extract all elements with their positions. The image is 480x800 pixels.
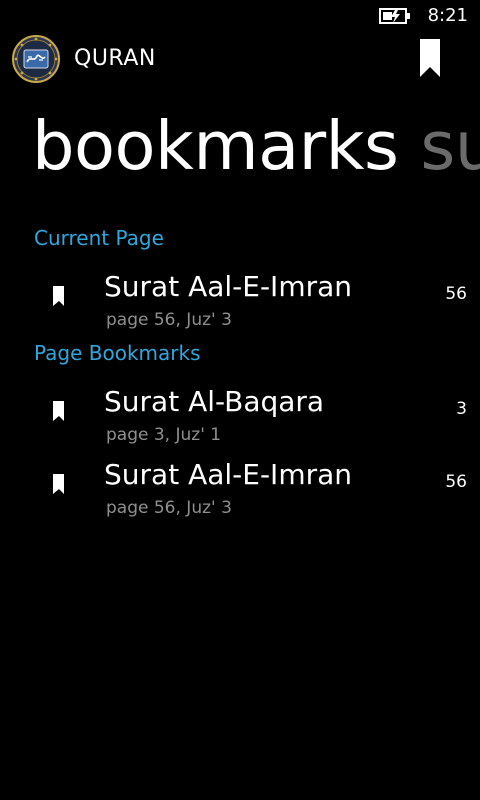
- bookmark-icon: [53, 474, 64, 494]
- item-subtitle: page 56, Juz' 3: [106, 498, 232, 518]
- item-subtitle: page 56, Juz' 3: [106, 310, 232, 330]
- item-page-number: 56: [445, 284, 467, 304]
- bookmark-list-item[interactable]: Surat Aal-E-Imran page 56, Juz' 3 56: [0, 458, 480, 528]
- item-title: Surat Al-Baqara: [104, 385, 325, 418]
- bookmark-icon: [53, 286, 64, 306]
- bookmark-list-item[interactable]: Surat Aal-E-Imran page 56, Juz' 3 56: [0, 270, 480, 340]
- bookmark-icon: [53, 401, 64, 421]
- section-header-page-bookmarks: Page Bookmarks: [34, 341, 201, 365]
- item-subtitle: page 3, Juz' 1: [106, 425, 222, 445]
- item-page-number: 56: [445, 472, 467, 492]
- quran-logo-icon: [12, 35, 60, 83]
- item-page-number: 3: [456, 399, 467, 419]
- item-title: Surat Aal-E-Imran: [104, 458, 353, 491]
- clock: 8:21: [427, 5, 468, 26]
- section-header-current-page: Current Page: [34, 226, 164, 250]
- pivot-item-next[interactable]: su: [420, 107, 480, 185]
- pivot-item-bookmarks[interactable]: bookmarks: [32, 107, 399, 185]
- app-header: QURAN: [0, 32, 480, 88]
- pivot-header: bookmarks su: [32, 104, 480, 188]
- battery-charging-icon: [379, 8, 410, 24]
- item-title: Surat Aal-E-Imran: [104, 270, 353, 303]
- bookmark-icon: [420, 39, 440, 77]
- app-title: QURAN: [74, 46, 156, 71]
- bookmark-list-item[interactable]: Surat Al-Baqara page 3, Juz' 1 3: [0, 385, 480, 455]
- status-bar: 8:21: [0, 0, 480, 32]
- bookmark-button[interactable]: [416, 37, 448, 81]
